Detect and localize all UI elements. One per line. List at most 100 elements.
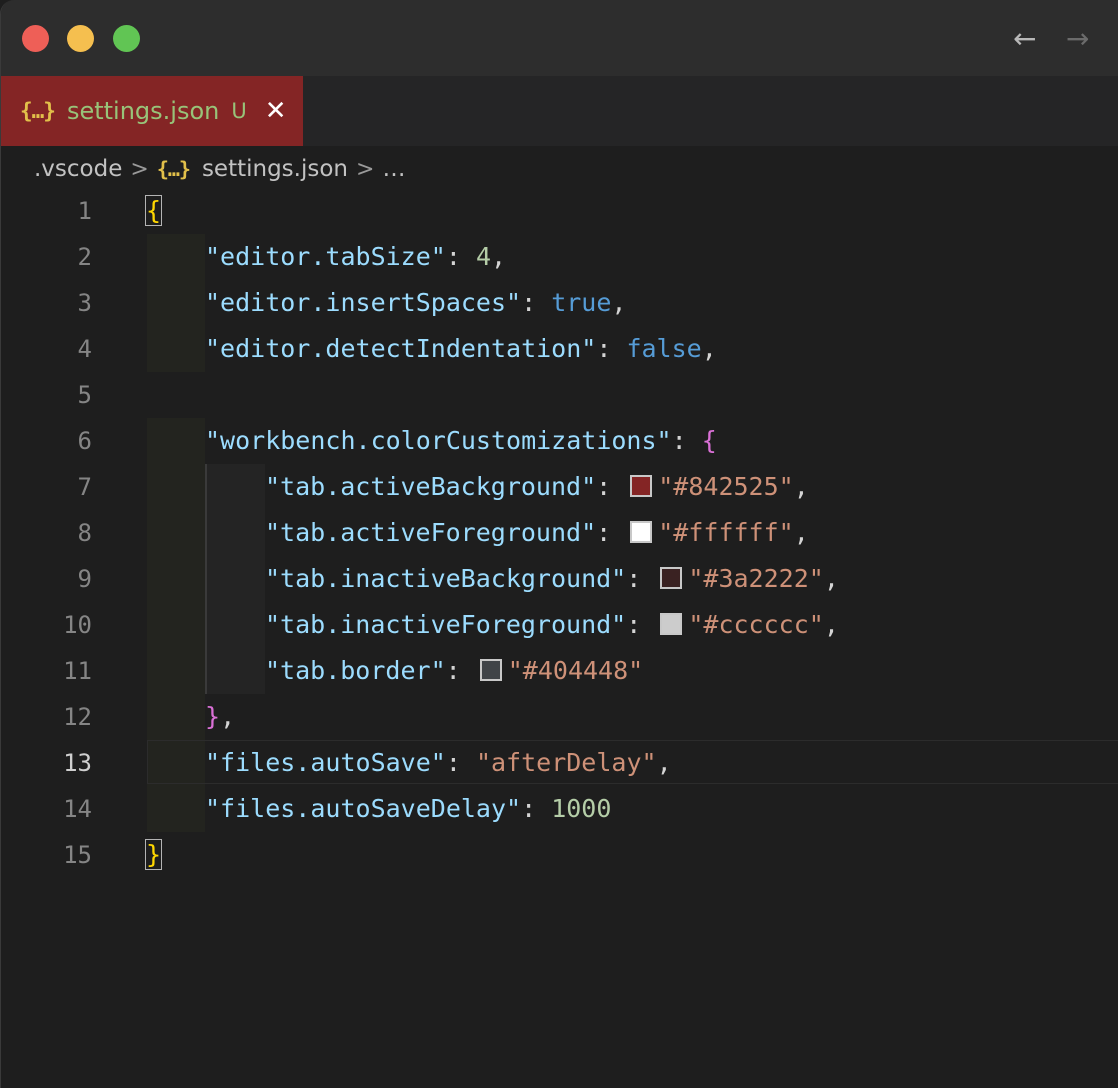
indent-guide [205,510,207,556]
indent-highlight [147,326,205,372]
colon: : [521,288,552,317]
code-line[interactable]: 14 "files.autoSaveDelay": 1000 [1,786,1118,832]
json-file-icon: {…} [20,99,56,123]
code-line[interactable]: 2 "editor.tabSize": 4, [1,234,1118,280]
line-number: 13 [63,749,92,777]
colon: : [596,334,627,363]
editor-window: ← → {…} settings.json U ✕ .vscode > {…} … [0,0,1118,1088]
code-line[interactable]: 3 "editor.insertSpaces": true, [1,280,1118,326]
indent-highlight [147,418,205,464]
color-swatch[interactable] [660,567,683,589]
indent-guide [205,556,207,602]
untracked-badge: U [231,99,247,123]
chevron-right-icon: > [356,156,375,182]
code-line[interactable]: 9 "tab.inactiveBackground": "#3a2222", [1,556,1118,602]
line-number: 1 [77,197,92,225]
line-number: 7 [77,473,92,501]
close-window-button[interactable] [22,25,49,52]
code-line[interactable]: 1 { [1,188,1118,234]
indent-highlight [205,602,265,648]
line-number: 12 [63,703,92,731]
colon: : [626,564,657,593]
close-brace: } [144,839,163,870]
minimize-window-button[interactable] [67,25,94,52]
comma: , [793,518,809,547]
maximize-window-button[interactable] [113,25,140,52]
json-key: "tab.activeBackground" [265,472,597,501]
indent-highlight [205,464,265,510]
json-key: "workbench.colorCustomizations" [205,426,672,455]
color-swatch[interactable] [479,659,502,681]
code-line[interactable]: 12 }, [1,694,1118,740]
json-value: "#404448" [507,656,644,685]
line-number: 5 [77,381,92,409]
color-swatch[interactable] [630,521,653,543]
code-line[interactable]: 4 "editor.detectIndentation": false, [1,326,1118,372]
breadcrumb-symbols[interactable]: … [382,156,405,182]
indent-highlight [147,510,205,556]
line-number: 6 [77,427,92,455]
line-number: 14 [63,795,92,823]
colon: : [445,748,476,777]
tab-strip: {…} settings.json U ✕ [1,76,1118,146]
comma: , [793,472,809,501]
json-key: "tab.inactiveForeground" [265,610,627,639]
json-value: "#842525" [658,472,794,501]
line-number: 8 [77,519,92,547]
indent-highlight [147,234,205,280]
code-line[interactable]: 10 "tab.inactiveForeground": "#cccccc", [1,602,1118,648]
colon: : [596,472,627,501]
comma: , [491,242,507,271]
close-tab-icon[interactable]: ✕ [265,98,287,124]
indent-highlight [205,510,265,556]
line-number: 11 [63,657,92,685]
json-value: "#3a2222" [688,564,824,593]
tab-settings-json[interactable]: {…} settings.json U ✕ [1,76,303,146]
indent-highlight [147,280,205,326]
indent-highlight [147,556,205,602]
breadcrumb-file[interactable]: settings.json [202,156,348,182]
json-file-icon: {…} [156,157,191,181]
json-key: "files.autoSave" [205,748,446,777]
json-value: 1000 [551,794,612,823]
comma: , [701,334,717,363]
indent-highlight [147,786,205,832]
code-line[interactable]: 5 [1,372,1118,418]
code-line[interactable]: 11 "tab.border": "#404448" [1,648,1118,694]
color-swatch[interactable] [630,475,653,497]
forward-arrow-icon[interactable]: → [1066,22,1089,56]
code-line[interactable]: 6 "workbench.colorCustomizations": { [1,418,1118,464]
open-brace: { [701,426,717,455]
json-key: "editor.insertSpaces" [205,288,522,317]
colon: : [521,794,552,823]
indent-guide [205,648,207,694]
indent-highlight [147,694,205,740]
code-line[interactable]: 7 "tab.activeBackground": "#842525", [1,464,1118,510]
tab-label: settings.json [66,97,220,125]
code-line[interactable]: 8 "tab.activeForeground": "#ffffff", [1,510,1118,556]
indent-highlight [147,648,205,694]
indent-highlight [205,648,265,694]
json-value: true [551,288,612,317]
color-swatch[interactable] [660,613,683,635]
line-number: 2 [77,243,92,271]
code-line[interactable]: 15 } [1,832,1118,878]
comma: , [823,564,839,593]
breadcrumb-folder[interactable]: .vscode [34,156,122,182]
indent-guide [205,464,207,510]
comma: , [611,288,627,317]
colon: : [626,610,657,639]
indent-highlight [147,602,205,648]
json-value: "afterDelay" [475,748,657,777]
indent-highlight [205,556,265,602]
back-arrow-icon[interactable]: ← [1013,22,1036,56]
code-line-current[interactable]: 13 "files.autoSave": "afterDelay", [1,740,1118,786]
indent-highlight [147,464,205,510]
line-number: 10 [63,611,92,639]
json-key: "editor.tabSize" [205,242,446,271]
json-value: "#cccccc" [688,610,824,639]
colon: : [596,518,627,547]
title-bar: ← → [1,0,1118,76]
colon: : [671,426,702,455]
comma: , [656,748,672,777]
